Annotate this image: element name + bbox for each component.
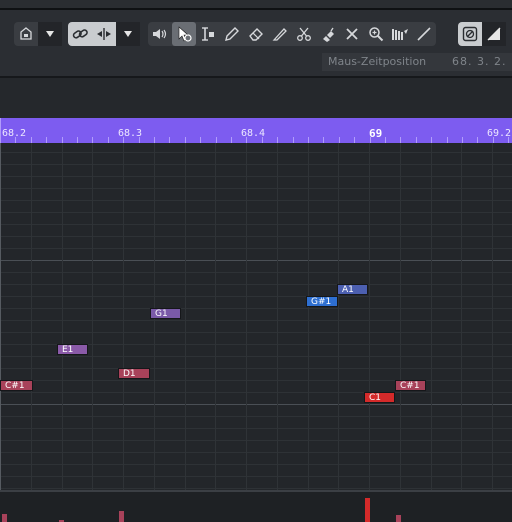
tools-group	[148, 22, 436, 46]
knife-icon[interactable]	[268, 22, 292, 46]
velocity-bar[interactable]	[119, 511, 124, 522]
link-group	[68, 22, 140, 46]
grid-row	[0, 404, 512, 405]
grid-row	[0, 296, 512, 297]
grid-column	[215, 143, 216, 490]
speaker-icon[interactable]	[148, 22, 172, 46]
grid-column	[431, 143, 432, 490]
grid-column	[31, 143, 32, 490]
grid-row	[0, 320, 512, 321]
grid-row	[0, 284, 512, 285]
auto-scroll-icon[interactable]	[458, 22, 482, 46]
link-icon[interactable]	[68, 22, 92, 46]
velocity-bar[interactable]	[365, 498, 370, 522]
grid-row	[0, 488, 512, 489]
velocity-bar[interactable]	[396, 515, 401, 522]
dropdown-arrow-icon[interactable]	[38, 22, 62, 46]
state-group	[14, 22, 62, 46]
constrain-icon[interactable]	[14, 22, 38, 46]
midi-note-selected[interactable]: C1	[364, 392, 395, 403]
pencil-icon[interactable]	[220, 22, 244, 46]
grid-column	[277, 143, 278, 490]
title-strip	[0, 0, 512, 10]
grid-row	[0, 476, 512, 477]
grid-row	[0, 164, 512, 165]
grid-column	[0, 143, 1, 490]
note-grid[interactable]: C#1 E1 D1 G1 G#1 A1 C1 C#1	[0, 143, 512, 490]
grid-column	[338, 143, 339, 490]
velocity-bar[interactable]	[2, 514, 7, 522]
grid-row	[0, 188, 512, 189]
grid-row	[0, 440, 512, 441]
midi-note[interactable]: E1	[57, 344, 88, 355]
grid-row	[0, 308, 512, 309]
timeline-ruler[interactable]: 68.2 68.3 68.4 69 69.2	[0, 118, 512, 143]
grid-row	[0, 236, 512, 237]
grid-row	[0, 416, 512, 417]
grid-row	[0, 212, 512, 213]
pointer-icon[interactable]	[172, 22, 196, 46]
grid-column	[62, 143, 63, 490]
glue-icon[interactable]	[316, 22, 340, 46]
grid-row	[0, 392, 512, 393]
grid-row	[0, 464, 512, 465]
midi-note[interactable]: D1	[118, 368, 150, 379]
mouse-position-value: 68. 3. 2.	[446, 53, 512, 71]
grid-column	[400, 143, 401, 490]
mute-cross-icon[interactable]	[340, 22, 364, 46]
grid-column	[123, 143, 124, 490]
snap-group	[458, 22, 506, 46]
grid-row	[0, 368, 512, 369]
controller-lane-header	[0, 78, 512, 118]
ruler-tick	[0, 118, 1, 143]
grid-column	[492, 143, 493, 490]
midi-note[interactable]: G1	[150, 308, 181, 319]
suspend-icon[interactable]	[482, 22, 506, 46]
eraser-icon[interactable]	[244, 22, 268, 46]
midi-note[interactable]: C#1	[395, 380, 426, 391]
midi-note[interactable]: G#1	[306, 296, 338, 307]
grid-row	[0, 380, 512, 381]
grid-column	[308, 143, 309, 490]
grid-row	[0, 200, 512, 201]
scissors-icon[interactable]	[292, 22, 316, 46]
mouse-position-label: Maus-Zeitposition	[322, 53, 448, 71]
grid-row	[0, 356, 512, 357]
dropdown-arrow-icon[interactable]	[116, 22, 140, 46]
grid-column	[369, 143, 370, 490]
grid-column	[246, 143, 247, 490]
grid-row	[0, 248, 512, 249]
zoom-icon[interactable]	[364, 22, 388, 46]
grid-row	[0, 428, 512, 429]
midi-note[interactable]: A1	[337, 284, 368, 295]
split-arrows-icon[interactable]	[92, 22, 116, 46]
grid-row	[0, 332, 512, 333]
grid-column	[92, 143, 93, 490]
velocity-lane[interactable]	[0, 490, 512, 522]
grid-column	[461, 143, 462, 490]
grid-row	[0, 452, 512, 453]
range-icon[interactable]	[196, 22, 220, 46]
midi-note[interactable]: C#1	[0, 380, 33, 391]
draw-line-icon[interactable]	[412, 22, 436, 46]
grid-row	[0, 272, 512, 273]
grid-column	[185, 143, 186, 490]
line-tool-icon[interactable]	[388, 22, 412, 46]
grid-row	[0, 224, 512, 225]
grid-row	[0, 152, 512, 153]
grid-row	[0, 260, 512, 261]
grid-row	[0, 176, 512, 177]
